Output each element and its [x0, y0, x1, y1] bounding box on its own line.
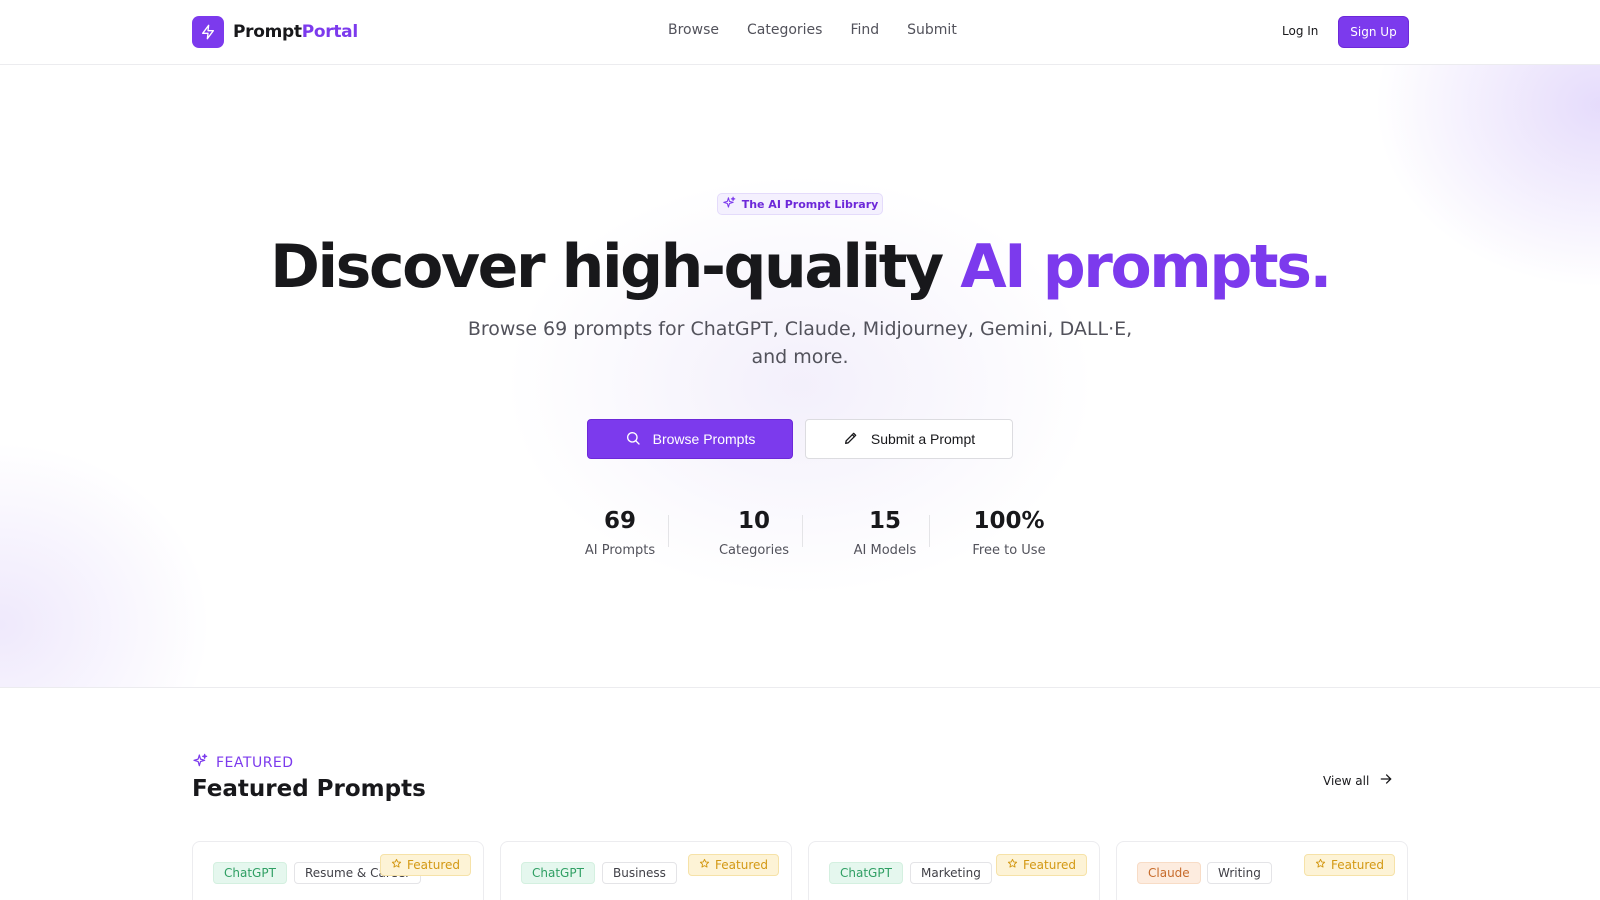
prompt-card[interactable]: ChatGPT Marketing Featured [808, 841, 1100, 900]
stat-divider [802, 515, 803, 547]
browse-prompts-button[interactable]: Browse Prompts [587, 419, 793, 459]
submit-prompt-button[interactable]: Submit a Prompt [805, 419, 1013, 459]
category-tag[interactable]: Marketing [910, 862, 992, 884]
prompt-card[interactable]: Claude Writing Featured [1116, 841, 1408, 900]
star-icon [391, 858, 402, 872]
pencil-icon [843, 430, 859, 449]
hero-subtitle: Browse 69 prompts for ChatGPT, Claude, M… [467, 318, 1133, 368]
stat-free: 100% Free to Use [949, 507, 1069, 558]
featured-badge-label: Featured [715, 858, 768, 872]
logo[interactable]: PromptPortal [192, 16, 358, 48]
library-pill: The AI Prompt Library [717, 193, 883, 215]
stat-label: AI Models [853, 543, 917, 558]
star-icon [699, 858, 710, 872]
star-icon [1315, 858, 1326, 872]
stat-label: Categories [718, 543, 790, 558]
stat-divider [668, 515, 669, 547]
hero-headline: Discover high-quality AI prompts. [270, 232, 1332, 302]
stat-value: 69 [603, 508, 636, 534]
sparkles-icon [722, 196, 736, 213]
featured-badge-label: Featured [1023, 858, 1076, 872]
submit-prompt-label: Submit a Prompt [870, 431, 976, 447]
model-tag[interactable]: ChatGPT [829, 862, 903, 884]
star-icon [1007, 858, 1018, 872]
category-tag[interactable]: Business [602, 862, 677, 884]
stat-value: 15 [868, 508, 901, 534]
browse-prompts-label: Browse Prompts [652, 431, 756, 447]
featured-badge: Featured [996, 854, 1087, 876]
sparkles-icon [192, 753, 208, 773]
arrow-right-icon [1379, 772, 1393, 789]
featured-title: Featured Prompts [192, 776, 426, 802]
search-icon [625, 430, 641, 449]
logo-text: PromptPortal [233, 22, 358, 42]
stat-value: 100% [973, 508, 1045, 534]
signup-button[interactable]: Sign Up [1338, 16, 1409, 48]
featured-badge-label: Featured [1331, 858, 1384, 872]
nav-browse[interactable]: Browse [668, 22, 719, 38]
top-navigation-bar: PromptPortal Browse Categories Find Subm… [0, 0, 1600, 65]
stats-row: 69 AI Prompts 10 Categories 15 AI Models… [0, 507, 1600, 567]
stat-divider [929, 515, 930, 547]
hero-section: The AI Prompt Library Discover high-qual… [0, 65, 1600, 688]
prompt-card[interactable]: ChatGPT Resume & Career Featured [192, 841, 484, 900]
nav-categories[interactable]: Categories [747, 22, 822, 38]
pill-label: The AI Prompt Library [741, 197, 879, 211]
stat-prompts: 69 AI Prompts [560, 507, 680, 558]
login-link[interactable]: Log In [1282, 24, 1318, 38]
featured-badge-label: Featured [407, 858, 460, 872]
view-all-label: View all [1323, 773, 1370, 788]
featured-badge: Featured [380, 854, 471, 876]
model-tag[interactable]: ChatGPT [213, 862, 287, 884]
featured-kicker: FEATURED [192, 753, 294, 773]
model-tag[interactable]: Claude [1137, 862, 1201, 884]
nav-find[interactable]: Find [850, 22, 879, 38]
lightning-bolt-icon [192, 16, 224, 48]
stat-categories: 10 Categories [694, 507, 814, 558]
prompt-card[interactable]: ChatGPT Business Featured [500, 841, 792, 900]
main-nav: Browse Categories Find Submit [668, 22, 957, 38]
stat-models: 15 AI Models [825, 507, 945, 558]
category-tag[interactable]: Writing [1207, 862, 1272, 884]
stat-label: AI Prompts [584, 543, 656, 558]
featured-badge: Featured [1304, 854, 1395, 876]
featured-badge: Featured [688, 854, 779, 876]
nav-submit[interactable]: Submit [907, 22, 957, 38]
featured-kicker-label: FEATURED [216, 755, 294, 771]
view-all-link[interactable]: View all [1323, 772, 1393, 789]
stat-value: 10 [737, 508, 770, 534]
model-tag[interactable]: ChatGPT [521, 862, 595, 884]
stat-label: Free to Use [972, 543, 1046, 558]
